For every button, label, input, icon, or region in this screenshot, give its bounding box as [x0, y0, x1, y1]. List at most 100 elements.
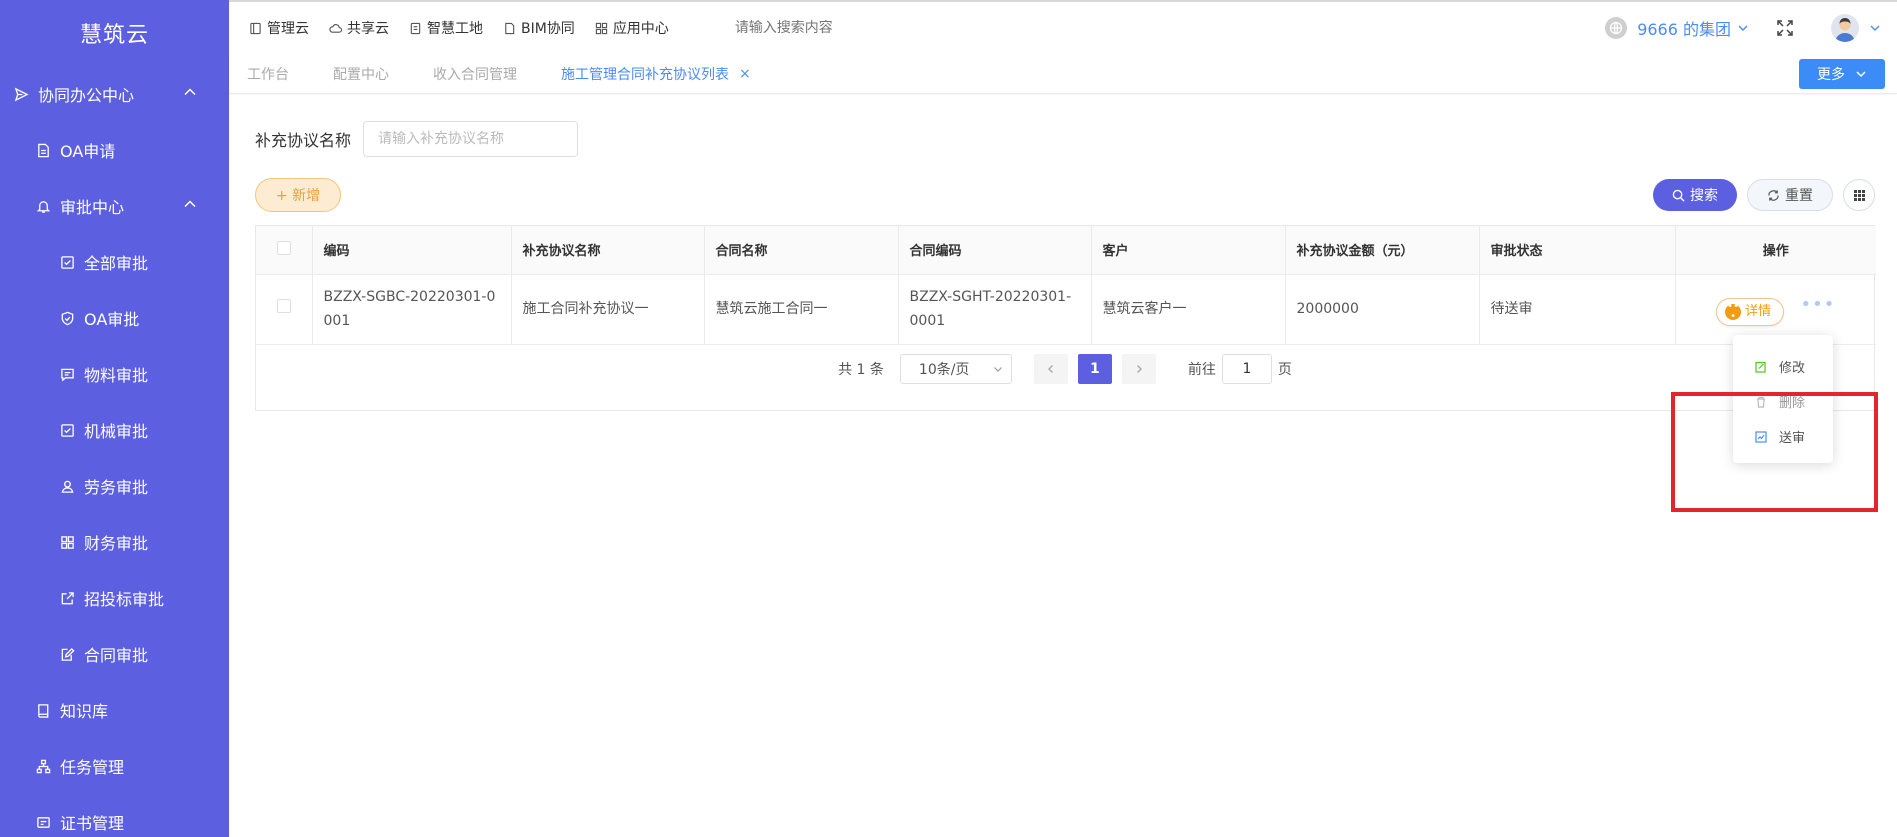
cell-amount: 2000000 — [1285, 274, 1480, 345]
sidebar-item-machinery-approval[interactable]: 机械审批 — [0, 402, 229, 458]
detail-button[interactable]: ••• 详情 — [1716, 297, 1785, 326]
more-tabs-button[interactable]: 更多 — [1799, 59, 1885, 89]
sidebar-item-label: 任务管理 — [60, 758, 125, 777]
search-button[interactable]: 搜索 — [1653, 179, 1737, 211]
column-header: 编码 — [312, 226, 512, 275]
edit-icon — [1755, 361, 1766, 373]
tab-config-center[interactable]: 配置中心 — [333, 64, 389, 84]
top-link-management-cloud[interactable]: 管理云 — [249, 18, 309, 38]
chevron-down-icon[interactable] — [1869, 22, 1881, 34]
highlight-annotation-box — [1671, 392, 1878, 512]
tab-label: 收入合同管理 — [433, 66, 517, 83]
sidebar-item-labor-approval[interactable]: 劳务审批 — [0, 458, 229, 514]
cell-code: BZZX-SGBC-20220301-0001 — [312, 274, 512, 345]
user-avatar[interactable] — [1831, 14, 1859, 42]
grid-icon — [1853, 189, 1865, 201]
sidebar-item-label: 审批中心 — [60, 198, 125, 217]
total-count: 共 1 条 — [838, 362, 884, 378]
top-link-smart-site[interactable]: 智慧工地 — [409, 18, 483, 38]
chevron-down-icon — [1731, 19, 1749, 38]
column-header: 审批状态 — [1479, 226, 1676, 275]
top-link-label: BIM协同 — [521, 21, 575, 37]
column-header: 合同名称 — [704, 226, 899, 275]
chevron-up-icon[interactable] — [183, 85, 197, 104]
tab-workbench[interactable]: 工作台 — [247, 64, 289, 84]
goto-prefix: 前往 — [1187, 362, 1216, 378]
sidebar-item-task-management[interactable]: 任务管理 — [0, 738, 229, 794]
page-size-select[interactable]: 10条/页 — [899, 354, 1012, 384]
top-link-bim[interactable]: BIM协同 — [503, 18, 575, 38]
fullscreen-icon[interactable] — [1775, 18, 1795, 38]
tab-label: 配置中心 — [333, 66, 389, 83]
globe-icon — [1605, 17, 1628, 39]
top-link-app-center[interactable]: 应用中心 — [595, 18, 669, 38]
top-link-label: 应用中心 — [612, 21, 669, 37]
apps-icon — [595, 22, 607, 34]
reset-button[interactable]: 重置 — [1747, 179, 1833, 211]
app-logo: 慧筑云 — [79, 23, 149, 48]
tab-supplement-agreement-list[interactable]: 施工管理合同补充协议列表 × — [561, 64, 751, 84]
chevron-up-icon[interactable] — [183, 197, 197, 216]
main-content: 补充协议名称 + 新增 搜索 重置 编码 — [229, 95, 1897, 837]
global-search-input[interactable] — [734, 20, 935, 36]
grid-icon — [58, 533, 76, 551]
refresh-icon — [1768, 189, 1779, 201]
column-settings-button[interactable] — [1843, 179, 1875, 211]
select-all-checkbox[interactable] — [276, 240, 291, 255]
filter-bar: 补充协议名称 — [255, 121, 579, 157]
next-page-button[interactable] — [1121, 354, 1156, 384]
sidebar-item-collab-office[interactable]: 协同办公中心 — [0, 66, 229, 122]
sidebar-item-label: 知识库 — [60, 702, 109, 721]
sidebar-item-knowledge-base[interactable]: 知识库 — [0, 682, 229, 738]
sidebar-item-all-approvals[interactable]: 全部审批 — [0, 234, 229, 290]
top-nav-bar: 管理云 共享云 智慧工地 BIM协同 应用中心 9666 的集团 — [229, 0, 1897, 54]
close-icon[interactable]: × — [739, 66, 751, 82]
top-link-label: 管理云 — [267, 21, 309, 37]
doc-icon — [505, 22, 515, 34]
add-button[interactable]: + 新增 — [255, 178, 341, 212]
top-link-shared-cloud[interactable]: 共享云 — [329, 18, 389, 38]
menu-item-label: 修改 — [1779, 361, 1806, 376]
sidebar-item-certificate-management[interactable]: 证书管理 — [0, 794, 229, 837]
goto-page-input[interactable] — [1221, 354, 1272, 384]
row-checkbox[interactable] — [276, 299, 291, 313]
column-header: 客户 — [1091, 226, 1286, 275]
tab-income-contract[interactable]: 收入合同管理 — [433, 64, 517, 84]
sidebar-item-label: 机械审批 — [84, 422, 149, 441]
book-icon — [34, 701, 52, 719]
send-icon — [12, 85, 30, 103]
sidebar-item-bidding-approval[interactable]: 招投标审批 — [0, 570, 229, 626]
sidebar-item-finance-approval[interactable]: 财务审批 — [0, 514, 229, 570]
sidebar-item-label: 招投标审批 — [84, 590, 165, 609]
row-select-cell — [256, 274, 313, 345]
edit-doc-icon — [58, 645, 76, 663]
sidebar-item-label: 财务审批 — [84, 534, 149, 553]
reset-label: 重置 — [1785, 188, 1813, 204]
page-button-current[interactable]: 1 — [1077, 354, 1112, 384]
more-actions-icon[interactable]: ••• — [1801, 294, 1836, 315]
sidebar-item-label: 证书管理 — [60, 814, 125, 833]
sidebar-item-label: OA审批 — [84, 310, 140, 329]
org-switcher[interactable]: 9666 的集团 — [1605, 16, 1749, 40]
message-icon — [58, 365, 76, 383]
pagination: 共 1 条 10条/页 1 前往 页 — [256, 344, 1874, 394]
sidebar-item-oa-apply[interactable]: OA申请 — [0, 122, 229, 178]
panel-icon — [250, 22, 261, 34]
column-header: 操作 — [1675, 226, 1876, 275]
page-tabs: 工作台 配置中心 收入合同管理 施工管理合同补充协议列表 × 更多 — [229, 54, 1897, 94]
column-header: 补充协议名称 — [511, 226, 705, 275]
certificate-icon — [34, 813, 52, 831]
tab-label: 施工管理合同补充协议列表 — [561, 66, 729, 83]
menu-item-edit[interactable]: 修改 — [1755, 357, 1805, 376]
select-all-cell — [256, 226, 313, 275]
sidebar-item-contract-approval[interactable]: 合同审批 — [0, 626, 229, 682]
prev-page-button[interactable] — [1033, 354, 1068, 384]
tab-label: 工作台 — [247, 66, 289, 83]
sidebar-item-material-approval[interactable]: 物料审批 — [0, 346, 229, 402]
cell-status: 待送审 — [1479, 274, 1676, 345]
sidebar-item-approval-center[interactable]: 审批中心 — [0, 178, 229, 234]
sidebar-item-label: 协同办公中心 — [38, 86, 135, 105]
chevron-down-icon — [1856, 71, 1866, 78]
agreement-name-input[interactable] — [363, 121, 579, 157]
sidebar-item-oa-approval[interactable]: OA审批 — [0, 290, 229, 346]
